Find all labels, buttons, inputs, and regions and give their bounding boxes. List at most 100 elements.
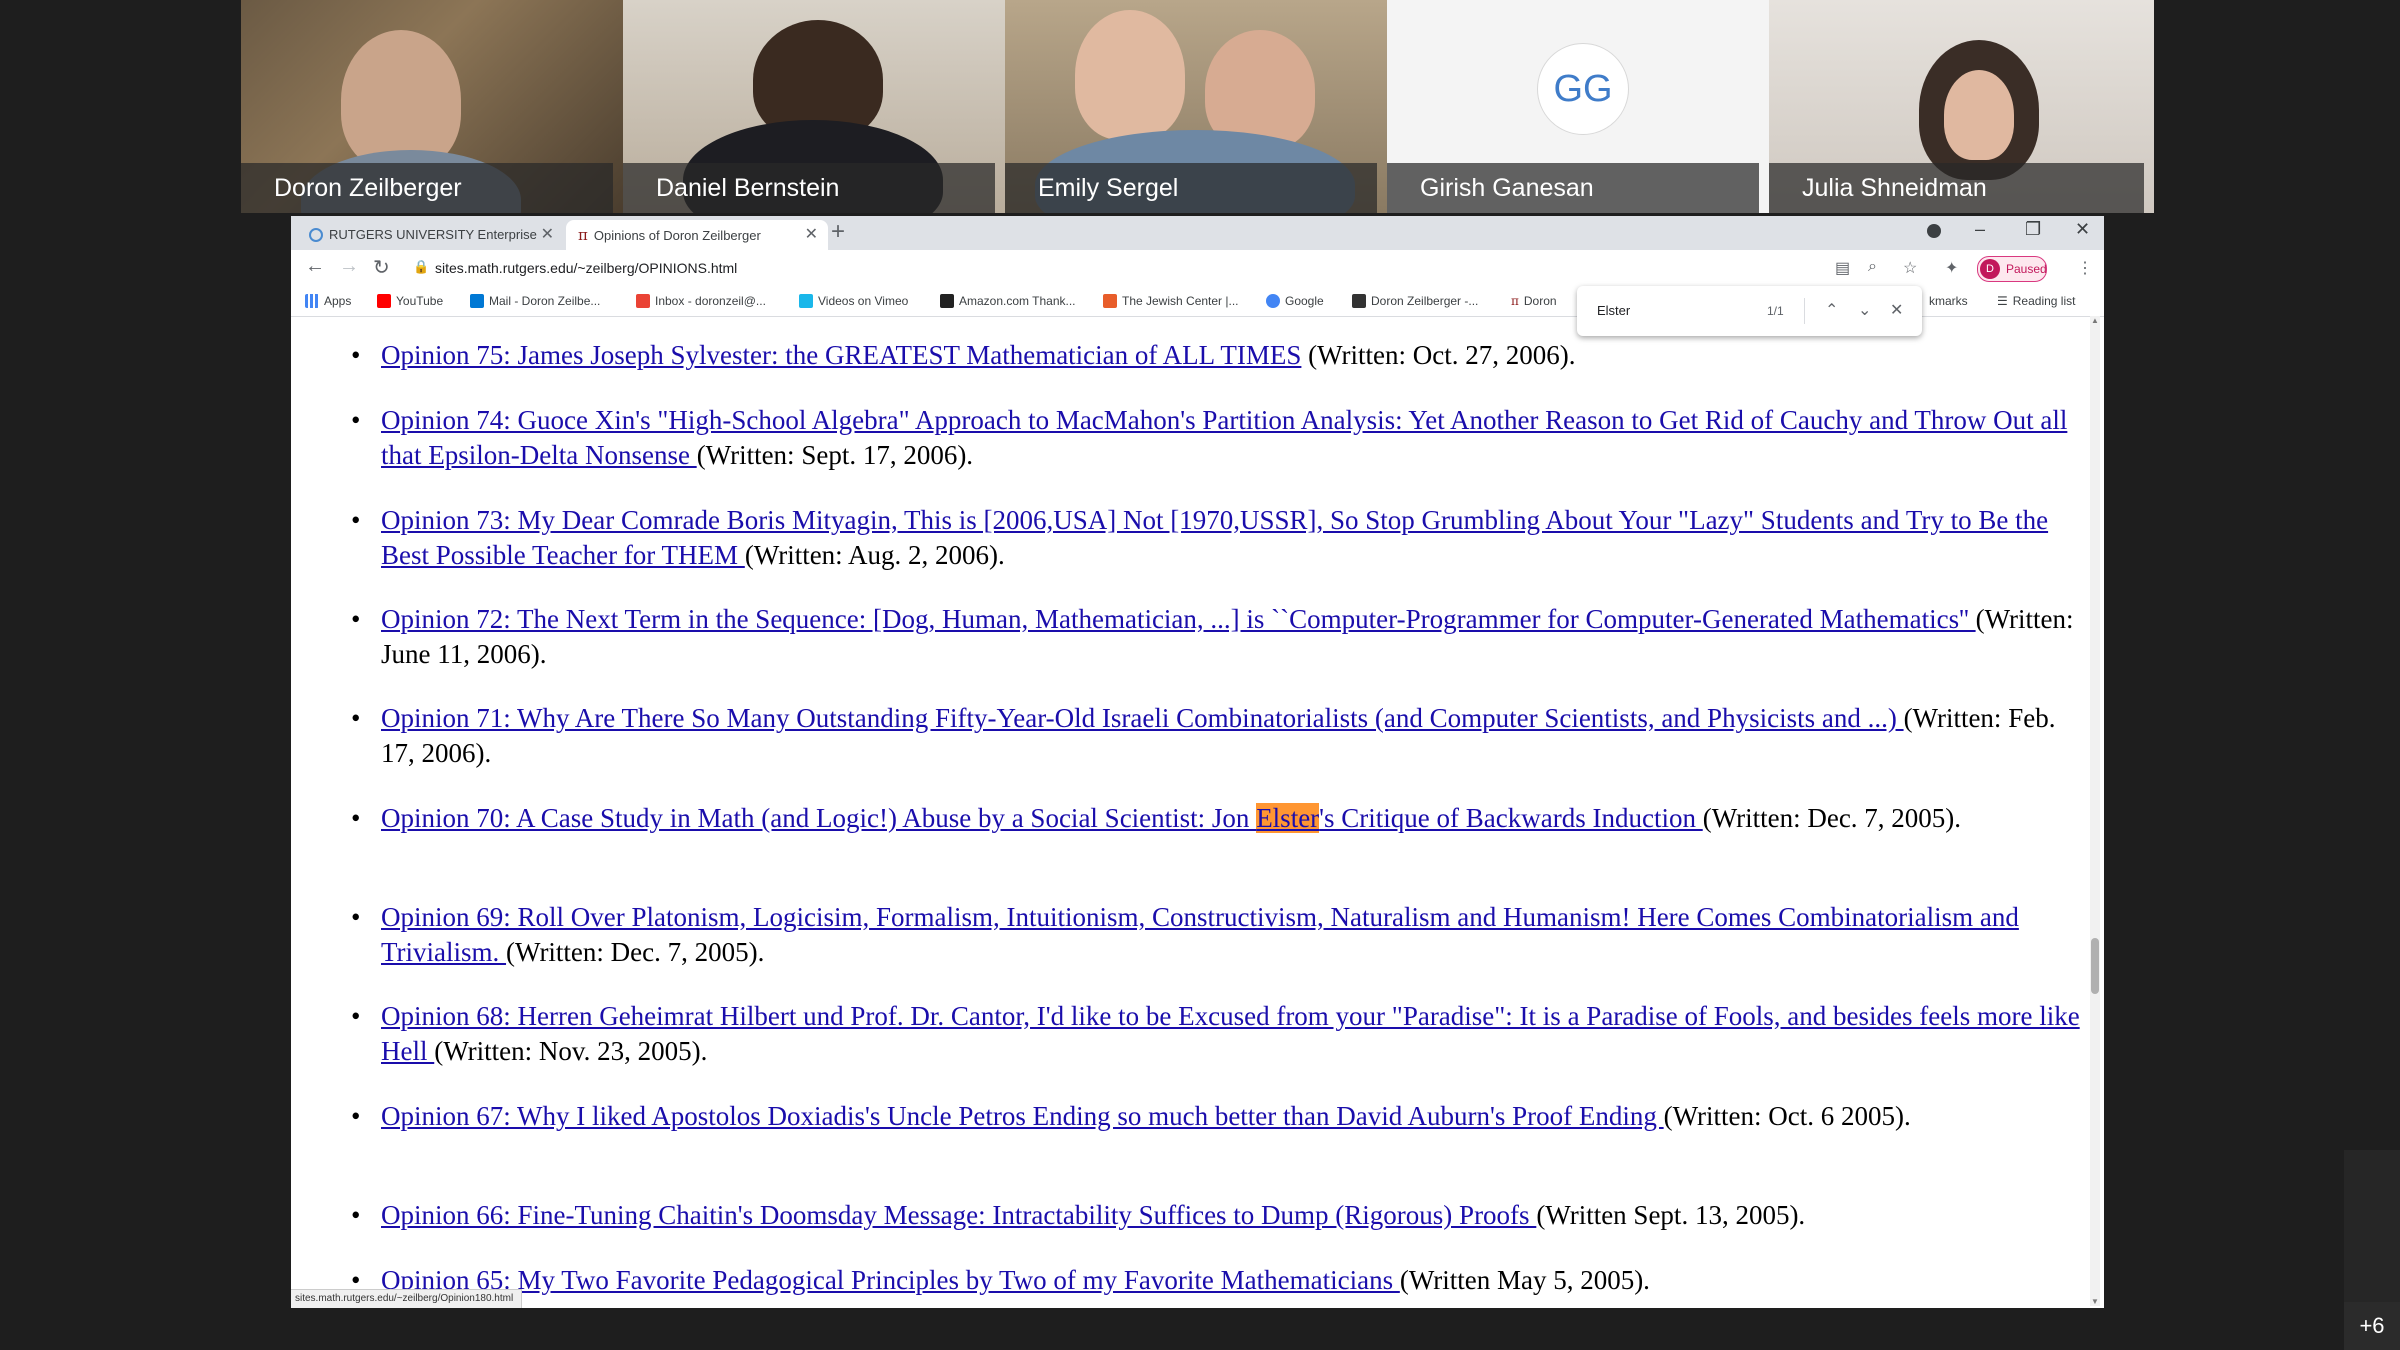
vimeo-icon <box>799 294 813 308</box>
list-item: • Opinion 67: Why I liked Apostolos Doxia… <box>351 1101 1911 1131</box>
avatar: GG <box>1537 43 1629 135</box>
bookmark-vimeo[interactable]: Videos on Vimeo <box>799 286 908 316</box>
participant-name: Julia Shneidman <box>1769 163 2144 213</box>
pi-icon: π <box>578 226 588 244</box>
new-tab-button[interactable]: + <box>831 218 845 246</box>
close-icon[interactable]: ✕ <box>541 220 554 250</box>
page-content: • Opinion 75: James Joseph Sylvester: the… <box>291 316 2091 1308</box>
bookmark-google[interactable]: Google <box>1266 286 1324 316</box>
lock-icon: 🔒 <box>413 259 430 274</box>
profile-button[interactable]: D Paused <box>1977 256 2047 282</box>
apps-grid-icon <box>305 294 319 308</box>
written-date: (Written May 5, 2005). <box>1399 1265 1650 1295</box>
url-text: sites.math.rutgers.edu/~zeilberg/OPINION… <box>435 260 738 276</box>
list-item: • Opinion 70: A Case Study in Math (and L… <box>351 803 1962 833</box>
amazon-icon <box>940 294 954 308</box>
page-info-icon[interactable]: ▤ <box>1835 258 1850 278</box>
written-date: (Written: Dec. 7, 2005). <box>506 937 765 967</box>
vertical-scrollbar[interactable]: ▲ ▼ <box>2090 316 2100 1306</box>
youtube-icon <box>377 294 391 308</box>
bookmark-wikipedia[interactable]: Doron Zeilberger -... <box>1352 286 1478 316</box>
participant-name: Daniel Bernstein <box>623 163 995 213</box>
bookmark-youtube[interactable]: YouTube <box>377 286 443 316</box>
opinion-link[interactable]: Opinion 71: Why Are There So Many Outsta… <box>381 703 1904 733</box>
participant-video-figure <box>341 30 461 170</box>
other-bookmarks[interactable]: kmarks <box>1929 286 1968 316</box>
outlook-icon <box>470 294 484 308</box>
written-date: (Written Sept. 13, 2005). <box>1536 1200 1806 1230</box>
list-item: • Opinion 68: Herren Geheimrat Hilbert un… <box>351 1001 2080 1066</box>
wikipedia-icon <box>1352 294 1366 308</box>
menu-icon[interactable]: ⋮ <box>2077 258 2093 278</box>
tab-rutgers[interactable]: RUTGERS UNIVERSITY Enterprise ✕ <box>309 220 564 250</box>
zoom-icon[interactable]: ⌕ <box>1868 258 1877 276</box>
participant-video-figure <box>1075 10 1185 140</box>
browser-toolbar: ← → ↻ 🔒 sites.math.rutgers.edu/~zeilberg… <box>291 250 2104 286</box>
participant-name: Girish Ganesan <box>1387 163 1759 213</box>
list-item: • Opinion 73: My Dear Comrade Boris Mitya… <box>351 505 2049 570</box>
reload-button[interactable]: ↻ <box>373 255 390 280</box>
participant-name: Doron Zeilberger <box>241 163 613 213</box>
written-date: (Written: Aug. 2, 2006). <box>744 540 1005 570</box>
participant-tile-emily[interactable]: Emily Sergel <box>1005 0 1387 213</box>
video-side-panel <box>2344 1150 2400 1302</box>
address-bar[interactable]: 🔒 sites.math.rutgers.edu/~zeilberg/OPINI… <box>413 254 1843 282</box>
bookmark-jewish-center[interactable]: The Jewish Center |... <box>1103 286 1239 316</box>
extensions-icon[interactable]: ✦ <box>1945 258 1958 278</box>
participant-name: Emily Sergel <box>1005 163 1377 213</box>
scroll-down-arrow[interactable]: ▼ <box>2090 1297 2100 1306</box>
list-item: • Opinion 71: Why Are There So Many Outst… <box>351 703 2056 768</box>
written-date: (Written: Dec. 7, 2005). <box>1702 803 1962 833</box>
back-button[interactable]: ← <box>305 255 325 278</box>
tab-opinions[interactable]: π Opinions of Doron Zeilberger ✕ <box>566 220 828 250</box>
participant-tile-girish[interactable]: GG Girish Ganesan <box>1387 0 1769 213</box>
bookmark-star-icon[interactable]: ☆ <box>1903 258 1917 278</box>
find-highlight: Elster <box>1256 803 1320 833</box>
opinion-link[interactable]: Opinion 75: James Joseph Sylvester: the … <box>381 340 1301 370</box>
close-window-button[interactable]: ✕ <box>2075 219 2090 240</box>
reading-list[interactable]: ☰ Reading list <box>1997 286 2075 316</box>
bookmark-apps[interactable]: Apps <box>305 286 351 316</box>
restore-button[interactable]: ❐ <box>2025 219 2041 240</box>
scrollbar-thumb[interactable] <box>2091 938 2099 994</box>
profile-status: Paused <box>2006 262 2047 276</box>
media-control-icon[interactable] <box>1927 224 1941 238</box>
participant-tile-daniel[interactable]: Daniel Bernstein <box>623 0 1005 213</box>
list-item: • Opinion 72: The Next Term in the Sequen… <box>351 604 2074 669</box>
written-date: (Written: Sept. 17, 2006). <box>696 440 974 470</box>
shared-screen-browser: RUTGERS UNIVERSITY Enterprise ✕ π Opinion… <box>291 216 2104 1308</box>
bookmark-mail[interactable]: Mail - Doron Zeilbe... <box>470 286 600 316</box>
more-participants-button[interactable]: +6 <box>2344 1302 2400 1350</box>
scroll-up-arrow[interactable]: ▲ <box>2090 316 2100 325</box>
opinion-link[interactable]: Opinion 74: Guoce Xin's "High-School Alg… <box>381 405 2067 470</box>
written-date: (Written: Nov. 23, 2005). <box>434 1036 708 1066</box>
bookmark-amazon[interactable]: Amazon.com Thank... <box>940 286 1076 316</box>
google-icon <box>1266 294 1280 308</box>
opinion-link[interactable]: Opinion 73: My Dear Comrade Boris Mityag… <box>381 505 2048 570</box>
minimize-button[interactable]: – <box>1975 219 1985 240</box>
close-icon[interactable]: ✕ <box>805 220 818 250</box>
opinion-link[interactable]: Opinion 70: A Case Study in Math (and Lo… <box>381 803 1703 833</box>
list-item: • Opinion 75: James Joseph Sylvester: the… <box>351 340 1576 370</box>
list-item: • Opinion 69: Roll Over Platonism, Logici… <box>351 902 2019 967</box>
written-date: (Written: Oct. 27, 2006). <box>1301 340 1576 370</box>
list-item: • Opinion 65: My Two Favorite Pedagogical… <box>351 1265 1650 1295</box>
list-item: • Opinion 66: Fine-Tuning Chaitin's Dooms… <box>351 1200 1806 1230</box>
status-bar-url: sites.math.rutgers.edu/~zeilberg/Opinion… <box>291 1289 523 1308</box>
participant-tile-doron[interactable]: Doron Zeilberger <box>241 0 623 213</box>
tab-strip: RUTGERS UNIVERSITY Enterprise ✕ π Opinion… <box>291 216 2104 250</box>
avatar: D <box>1980 259 2000 279</box>
bookmark-doron[interactable]: π Doron <box>1511 286 1557 316</box>
opinion-link[interactable]: Opinion 67: Why I liked Apostolos Doxiad… <box>381 1101 1664 1131</box>
gmail-icon <box>636 294 650 308</box>
bookmark-inbox[interactable]: Inbox - doronzeil@... <box>636 286 766 316</box>
jewish-center-icon <box>1103 294 1117 308</box>
opinion-link[interactable]: Opinion 72: The Next Term in the Sequenc… <box>381 604 1976 634</box>
globe-icon <box>309 228 323 242</box>
opinion-link[interactable]: Opinion 66: Fine-Tuning Chaitin's Doomsd… <box>381 1200 1536 1230</box>
pi-icon: π <box>1511 294 1519 308</box>
opinion-link[interactable]: Opinion 65: My Two Favorite Pedagogical … <box>381 1265 1400 1295</box>
tab-label: Opinions of Doron Zeilberger <box>593 228 761 243</box>
participant-tile-julia[interactable]: Julia Shneidman <box>1769 0 2154 213</box>
forward-button[interactable]: → <box>339 255 359 278</box>
